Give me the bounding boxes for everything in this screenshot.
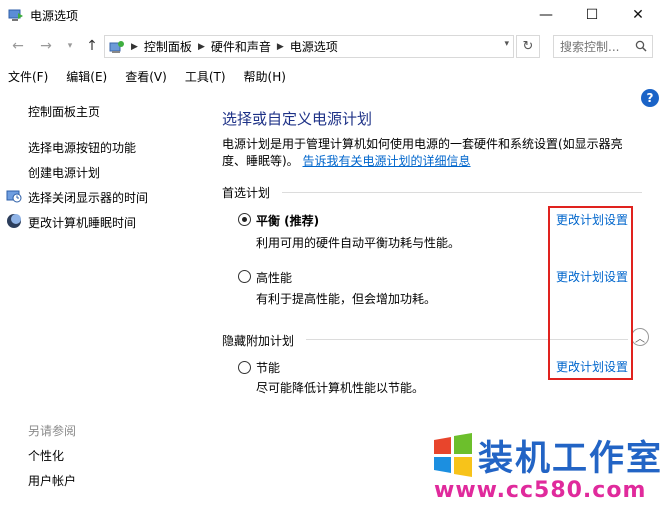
breadcrumb-separator-icon: ▶ — [276, 41, 284, 52]
sidebar-item-user-accounts[interactable]: 用户帐户 — [28, 472, 76, 489]
back-arrow-icon[interactable]: ← — [8, 36, 28, 56]
preferred-divider — [282, 192, 642, 193]
balanced-radio[interactable] — [238, 213, 251, 226]
menu-view[interactable]: 查看(V) — [125, 66, 167, 86]
power-options-icon — [8, 9, 23, 21]
sidebar-item-power-button[interactable]: 选择电源按钮的功能 — [28, 139, 136, 156]
plan-desc-high-performance: 有利于提高性能，但会增加功耗。 — [256, 292, 437, 306]
sidebar-item-create-plan[interactable]: 创建电源计划 — [28, 164, 100, 181]
menu-help[interactable]: 帮助(H) — [244, 66, 286, 86]
highlight-annotation-box — [548, 206, 633, 380]
sidebar: 控制面板主页 选择电源按钮的功能 创建电源计划 选择关闭显示器的时间 更改计算机… — [0, 90, 200, 506]
window-title: 电源选项 — [30, 9, 79, 23]
menu-bar: 文件(F) 编辑(E) 查看(V) 工具(T) 帮助(H) — [0, 66, 661, 86]
minimize-button[interactable]: — — [523, 0, 569, 30]
monitor-clock-icon — [6, 190, 22, 203]
search-input[interactable] — [560, 39, 628, 54]
control-panel-icon — [109, 40, 124, 53]
forward-arrow-icon[interactable]: → — [36, 36, 56, 56]
maximize-button[interactable]: ☐ — [569, 0, 615, 30]
watermark: 装机工作室 www.cc580.com — [430, 428, 661, 506]
plan-desc-balanced: 利用可用的硬件自动平衡功耗与性能。 — [256, 236, 461, 250]
address-bar[interactable]: ▶ 控制面板 ▶ 硬件和声音 ▶ 电源选项 ▾ — [104, 35, 514, 58]
moon-icon — [7, 214, 21, 228]
recent-locations-chevron-icon[interactable]: ▾ — [60, 36, 80, 56]
power-saver-radio[interactable] — [238, 361, 251, 374]
sidebar-item-sleep-time[interactable]: 更改计算机睡眠时间 — [28, 214, 136, 231]
plan-name-power-saver[interactable]: 节能 — [256, 359, 280, 376]
learn-more-link[interactable]: 告诉我有关电源计划的详细信息 — [303, 154, 471, 168]
up-arrow-icon[interactable]: ↑ — [82, 36, 102, 56]
search-icon[interactable] — [635, 40, 647, 52]
plan-name-balanced[interactable]: 平衡 (推荐) — [256, 212, 319, 229]
breadcrumb-power-options[interactable]: 电源选项 — [290, 38, 338, 55]
menu-tools[interactable]: 工具(T) — [185, 66, 226, 86]
sidebar-item-personalization[interactable]: 个性化 — [28, 447, 64, 464]
breadcrumb-control-panel[interactable]: 控制面板 — [144, 38, 192, 55]
plan-desc-power-saver: 尽可能降低计算机性能以节能。 — [256, 381, 425, 395]
collapse-chevron-up-icon[interactable]: ︿ — [631, 328, 649, 346]
windows-logo-icon — [434, 433, 472, 477]
refresh-icon[interactable]: ↻ — [516, 35, 540, 58]
search-box[interactable] — [553, 35, 653, 58]
hidden-plans-heading: 隐藏附加计划 — [222, 334, 295, 348]
breadcrumb-separator-icon: ▶ — [131, 41, 138, 52]
see-also-heading: 另请参阅 — [28, 424, 77, 438]
sidebar-control-panel-home[interactable]: 控制面板主页 — [28, 103, 100, 120]
address-row: ← → ▾ ↑ ▶ 控制面板 ▶ 硬件和声音 ▶ 电源选项 ▾ ↻ — [0, 32, 661, 60]
sidebar-item-display-off[interactable]: 选择关闭显示器的时间 — [28, 189, 148, 206]
close-button[interactable]: ✕ — [615, 0, 661, 30]
watermark-url: www.cc580.com — [434, 478, 647, 503]
breadcrumb-separator-icon: ▶ — [197, 41, 205, 52]
plan-name-high-performance[interactable]: 高性能 — [256, 269, 292, 286]
breadcrumb-hardware-sound[interactable]: 硬件和声音 — [211, 38, 271, 55]
watermark-text: 装机工作室 — [478, 439, 661, 479]
address-dropdown-chevron-icon[interactable]: ▾ — [504, 39, 509, 49]
preferred-plans-heading: 首选计划 — [222, 186, 271, 200]
menu-file[interactable]: 文件(F) — [8, 66, 48, 86]
high-performance-radio[interactable] — [238, 270, 251, 283]
page-description: 电源计划是用于管理计算机如何使用电源的一套硬件和系统设置(如显示器亮度、睡眠等)… — [222, 136, 642, 170]
page-title: 选择或自定义电源计划 — [222, 110, 373, 128]
help-icon[interactable]: ? — [641, 89, 659, 107]
title-bar: 电源选项 — ☐ ✕ — [0, 0, 661, 30]
menu-edit[interactable]: 编辑(E) — [66, 66, 107, 86]
